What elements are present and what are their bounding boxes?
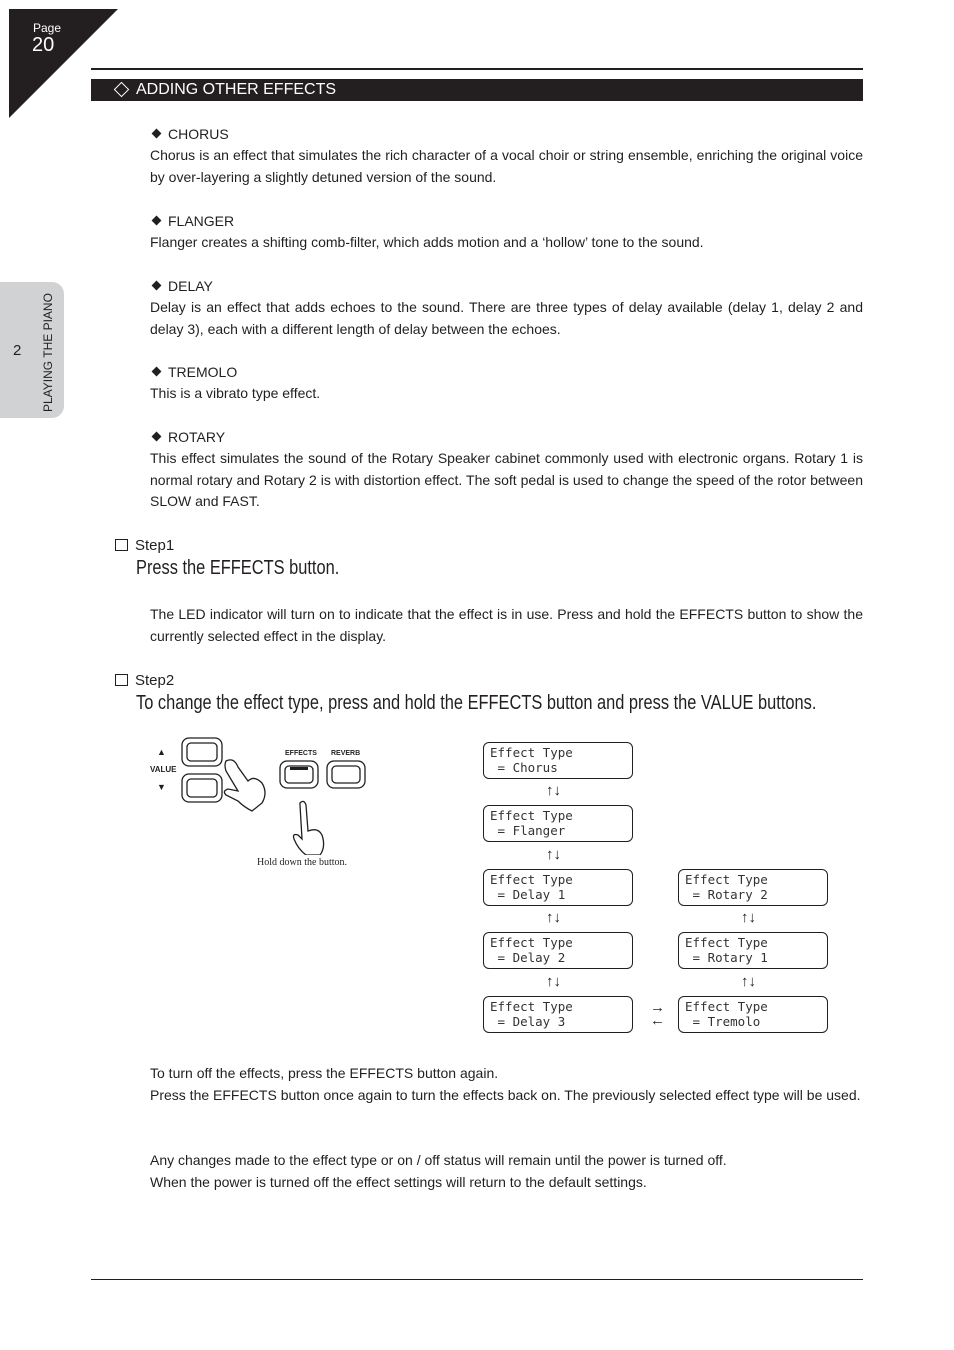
up-down-arrows-icon: ↑↓ — [546, 846, 561, 863]
effect-description-delay: Delay is an effect that adds echoes to t… — [150, 299, 863, 337]
footer-note: To turn off the effects, press the EFFEC… — [150, 1065, 499, 1081]
effect-description-flanger: Flanger creates a shifting comb-filter, … — [150, 234, 704, 250]
effect-heading-flanger: FLANGER — [150, 213, 234, 229]
lcd-display-tremolo: Effect Type = Tremolo — [678, 996, 828, 1033]
panel-caption: Hold down the button. — [257, 857, 347, 868]
chapter-number: 2 — [13, 342, 22, 359]
lcd-display-rotary1: Effect Type = Rotary 1 — [678, 932, 828, 969]
lcd-display-delay3: Effect Type = Delay 3 — [483, 996, 633, 1033]
effect-description-tremolo: This is a vibrato type effect. — [150, 385, 321, 401]
diamond-bullet-icon — [151, 128, 162, 139]
effect-heading-tremolo: TREMOLO — [150, 364, 237, 380]
page-number: 20 — [32, 34, 55, 56]
diamond-outline-icon — [113, 81, 130, 98]
checkbox-square-icon — [115, 539, 128, 551]
panel-illustration — [181, 737, 366, 855]
up-down-arrows-icon: ↑↓ — [546, 973, 561, 990]
diamond-bullet-icon — [151, 280, 162, 291]
effect-heading-rotary: ROTARY — [150, 429, 225, 445]
footer-note: Any changes made to the effect type or o… — [150, 1152, 727, 1168]
pressing-hand-icon — [292, 800, 325, 855]
effects-button[interactable] — [279, 760, 319, 789]
footer-note: Press the EFFECTS button once again to t… — [150, 1087, 861, 1103]
effect-heading-delay: DELAY — [150, 278, 213, 294]
lcd-display-rotary2: Effect Type = Rotary 2 — [678, 869, 828, 906]
diamond-bullet-icon — [151, 215, 162, 226]
page-label: Page — [33, 21, 62, 35]
bottom-divider — [91, 1279, 863, 1280]
effect-description-rotary: This effect simulates the sound of the R… — [150, 450, 863, 510]
value-up-arrow-icon: ▲ — [157, 747, 166, 757]
up-down-arrows-icon: ↑↓ — [546, 909, 561, 926]
step2-label: Step2 — [115, 672, 174, 689]
section-header: ADDING OTHER EFFECTS — [91, 79, 863, 101]
section-title: ADDING OTHER EFFECTS — [136, 81, 337, 98]
up-down-arrows-icon: ↑↓ — [741, 973, 756, 990]
step1-note: The LED indicator will turn on to indica… — [150, 606, 863, 644]
lcd-display-delay2: Effect Type = Delay 2 — [483, 932, 633, 969]
value-up-button[interactable] — [181, 737, 223, 767]
effect-description-chorus: Chorus is an effect that simulates the r… — [150, 147, 863, 185]
value-label: VALUE — [150, 765, 177, 774]
footer-note: When the power is turned off the effect … — [150, 1174, 647, 1190]
chapter-title: PLAYING THE PIANO — [41, 293, 55, 412]
effects-led-indicator — [290, 767, 308, 770]
step2-instruction: To change the effect type, press and hol… — [136, 692, 817, 714]
pointing-hand-icon — [223, 759, 266, 812]
lcd-display-delay1: Effect Type = Delay 1 — [483, 869, 633, 906]
diamond-bullet-icon — [151, 366, 162, 377]
up-down-arrows-icon: ↑↓ — [546, 782, 561, 799]
checkbox-square-icon — [115, 674, 128, 686]
effect-heading-chorus: CHORUS — [150, 126, 229, 142]
left-arrow-icon: ← — [650, 1012, 665, 1029]
step1-label: Step1 — [115, 537, 174, 554]
reverb-button[interactable] — [326, 760, 366, 789]
up-down-arrows-icon: ↑↓ — [741, 909, 756, 926]
top-divider — [91, 68, 863, 70]
value-down-button[interactable] — [181, 773, 223, 803]
value-down-arrow-icon: ▼ — [157, 782, 166, 792]
step1-instruction: Press the EFFECTS button. — [136, 557, 340, 579]
page-corner-tab — [9, 9, 118, 118]
diamond-bullet-icon — [151, 431, 162, 442]
lcd-display-chorus: Effect Type = Chorus — [483, 742, 633, 779]
lcd-display-flanger: Effect Type = Flanger — [483, 805, 633, 842]
